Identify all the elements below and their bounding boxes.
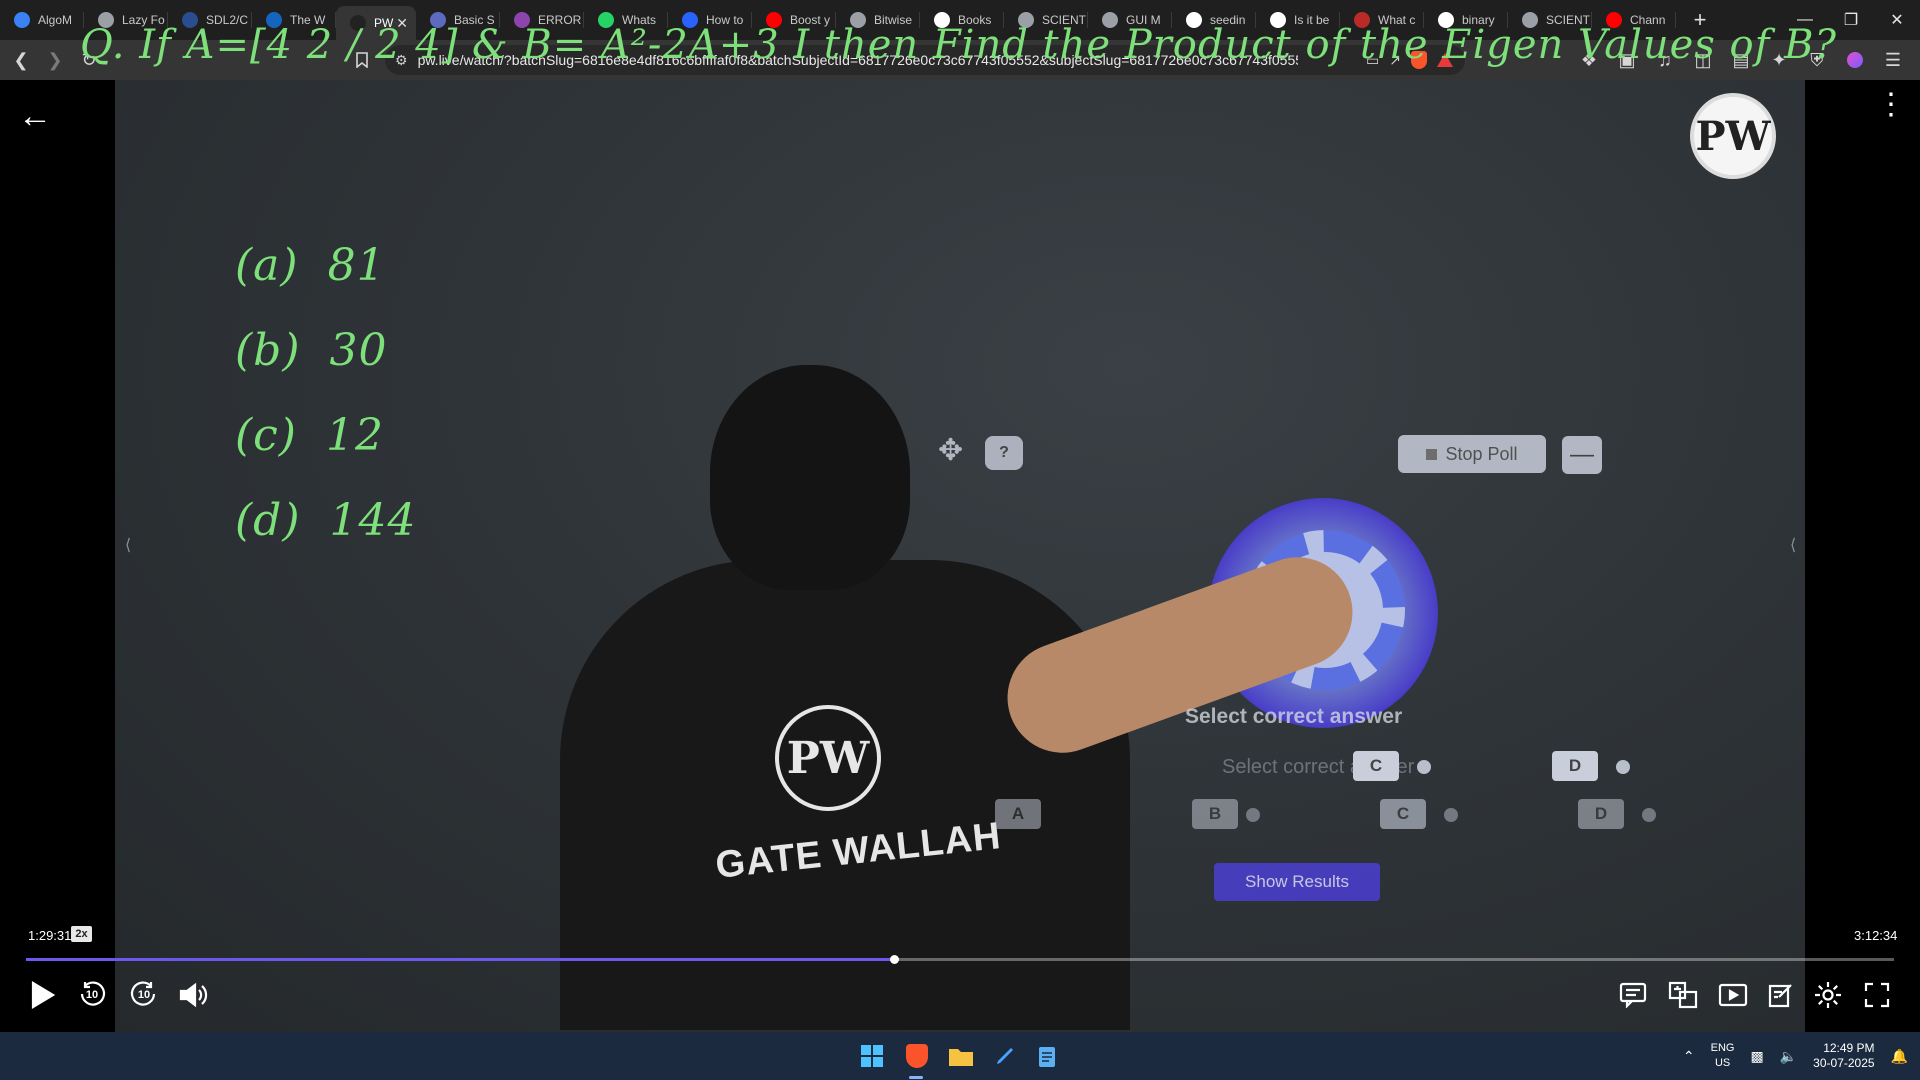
move-icon[interactable]: ✥ <box>938 433 963 468</box>
back-button[interactable]: ❮ <box>4 45 38 75</box>
clock-time: 12:49 PM <box>1823 1041 1875 1055</box>
option-a: (a) 81 <box>235 240 386 291</box>
brave-taskbar-icon[interactable] <box>902 1042 932 1070</box>
region-code: US <box>1714 1057 1731 1069</box>
play-button[interactable] <box>24 975 60 1015</box>
speaker-icon[interactable]: 🔈 <box>1780 1048 1797 1064</box>
poll-radio-c-row2[interactable] <box>1444 808 1458 822</box>
stop-poll-label: Stop Poll <box>1445 443 1518 464</box>
option-a-value: 81 <box>327 240 386 291</box>
rewind-seconds: 10 <box>85 989 99 1001</box>
poll-radio-d-row1[interactable] <box>1616 760 1630 774</box>
file-explorer-icon[interactable] <box>946 1042 976 1070</box>
poll-option-c-row2[interactable]: C <box>1380 799 1426 829</box>
notification-bell-icon[interactable]: 🔔 <box>1891 1048 1908 1064</box>
notepad-icon[interactable] <box>1032 1042 1062 1070</box>
globe-icon <box>14 12 30 28</box>
poll-radio-c-row1[interactable] <box>1417 760 1431 774</box>
network-icon[interactable]: ▩ <box>1751 1048 1764 1064</box>
poll-option-a-row2[interactable]: A <box>995 799 1041 829</box>
option-b-value: 30 <box>329 325 388 376</box>
poll-option-d-row2[interactable]: D <box>1578 799 1624 829</box>
option-d: (d) 144 <box>235 495 416 546</box>
option-d-label: (d) <box>235 495 301 546</box>
clock-date: 30-07-2025 <box>1813 1056 1875 1070</box>
poll-option-c-row1[interactable]: C <box>1353 751 1399 781</box>
poll-option-b-row2[interactable]: B <box>1192 799 1238 829</box>
poll-radio-b-row2[interactable] <box>1246 808 1260 822</box>
option-b: (b) 30 <box>235 325 388 376</box>
stop-poll-button[interactable]: Stop Poll <box>1398 435 1546 473</box>
left-panel-chevron-icon[interactable]: ⟨ <box>125 535 131 555</box>
option-b-label: (b) <box>235 325 301 376</box>
menu-icon[interactable]: ☰ <box>1876 45 1910 75</box>
poll-prompt: Select correct answer <box>1185 705 1403 728</box>
windows-start-icon[interactable] <box>857 1042 887 1070</box>
pw-logo: PW <box>1690 93 1776 179</box>
total-duration: 3:12:34 <box>1854 928 1898 943</box>
volume-icon[interactable] <box>176 975 212 1015</box>
picture-in-picture-icon[interactable] <box>1716 975 1750 1015</box>
shirt-pw-logo: PW <box>775 705 881 811</box>
close-window-button[interactable]: ✕ <box>1874 0 1920 40</box>
browser-tab[interactable]: AlgoM <box>0 0 84 40</box>
more-options-icon[interactable]: ⋮ <box>1876 90 1906 120</box>
playback-speed-badge[interactable]: 2x <box>71 926 92 942</box>
show-results-button[interactable]: Show Results <box>1214 863 1380 901</box>
teacher-head <box>710 365 910 590</box>
help-button[interactable]: ? <box>985 436 1023 470</box>
rewind-10-button[interactable]: 10 <box>74 975 110 1015</box>
forward-10-button[interactable]: 10 <box>126 975 162 1015</box>
profile-icon[interactable] <box>1838 45 1872 75</box>
language-indicator[interactable]: ENG US <box>1711 1041 1735 1071</box>
settings-gear-icon[interactable] <box>1810 975 1846 1015</box>
progress-fill <box>26 958 895 961</box>
chat-icon[interactable] <box>1616 975 1650 1015</box>
forward-button[interactable]: ❯ <box>38 45 72 75</box>
right-panel-chevron-icon[interactable]: ⟨ <box>1790 535 1796 555</box>
option-c-value: 12 <box>325 410 384 461</box>
clock[interactable]: 12:49 PM 30-07-2025 <box>1813 1041 1874 1071</box>
back-arrow-icon[interactable]: ← <box>18 97 52 136</box>
option-a-label: (a) <box>235 240 299 291</box>
forward-seconds: 10 <box>137 989 151 1001</box>
progress-bar[interactable] <box>26 955 1894 964</box>
system-tray: ⌃ ENG US ▩ 🔈 12:49 PM 30-07-2025 🔔 <box>1675 1032 1920 1080</box>
fullscreen-icon[interactable] <box>1860 975 1894 1015</box>
minimize-poll-button[interactable]: — <box>1562 436 1602 474</box>
language-code: ENG <box>1710 1042 1735 1054</box>
active-app-indicator <box>909 1076 923 1079</box>
stop-square-icon <box>1426 448 1438 460</box>
option-c-label: (c) <box>235 410 297 461</box>
translate-icon[interactable] <box>1666 975 1700 1015</box>
option-d-value: 144 <box>329 495 417 546</box>
board-question: Q. If A=[4 2 / 2 4] & B= A²-2A+3 I then … <box>80 22 1837 68</box>
poll-radio-d-row2[interactable] <box>1642 808 1656 822</box>
tab-label: AlgoM <box>38 13 73 27</box>
poll-option-d-row1[interactable]: D <box>1552 751 1598 781</box>
notes-icon[interactable] <box>1764 975 1798 1015</box>
current-time: 1:29:31 <box>28 928 72 943</box>
option-c: (c) 12 <box>235 410 384 461</box>
pen-app-icon[interactable] <box>990 1042 1020 1070</box>
show-hidden-icons[interactable]: ⌃ <box>1683 1048 1695 1064</box>
